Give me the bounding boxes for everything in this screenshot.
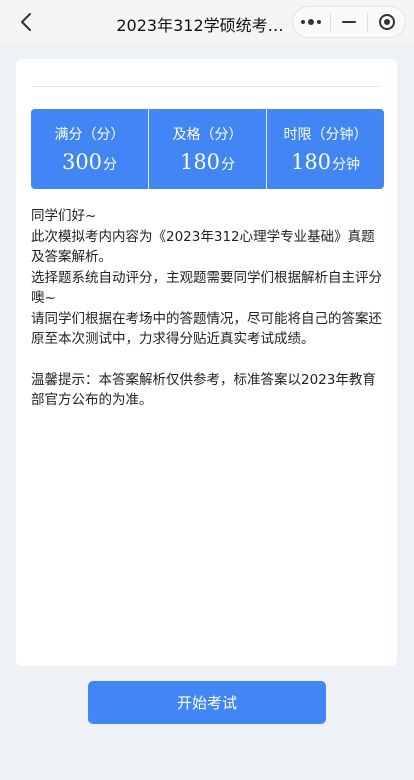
stat-value: 180 [290,150,332,174]
stat-label: 满分（分） [54,127,125,143]
instruction-text: 选择题系统自动评分，主观题需要同学们根据解析自主评分噢~ [31,269,382,307]
minimize-icon [341,21,356,23]
instruction-text: 请同学们根据在考场中的答题情况，尽可能将自己的答案还原至本次测试中，力求得分贴近… [31,310,382,348]
instruction-text: 此次模拟考内内容为《2023年312心理学专业基础》真题及答案解析。 [31,228,375,266]
greeting-text: 同学们好~ [31,208,97,224]
tip-text: 温馨提示：本答案解析仅供参考，标准答案以2023年教育部官方公布的为准。 [31,371,376,409]
more-button[interactable] [293,7,330,37]
back-button[interactable] [14,10,38,34]
divider [32,86,381,87]
close-button[interactable] [368,7,405,37]
stat-pass-score: 及格（分） 180分 [149,109,267,189]
stat-time-limit: 时限（分钟） 180分钟 [267,109,384,189]
minimize-button[interactable] [331,7,368,37]
exam-info-card: 满分（分） 300分 及格（分） 180分 时限（分钟） 180分钟 同学们好~… [16,59,397,666]
page-title: 2023年312学硕统考… [116,16,284,35]
mini-program-capsule [292,6,406,38]
exam-stats-panel: 满分（分） 300分 及格（分） 180分 时限（分钟） 180分钟 [31,109,384,189]
stat-label: 及格（分） [172,127,243,143]
stat-unit: 分 [221,157,236,173]
stat-unit: 分 [103,157,118,173]
stat-value: 300 [61,150,103,174]
chevron-left-icon [21,13,31,31]
more-dots-icon [301,19,322,25]
stat-label: 时限（分钟） [283,127,368,143]
start-exam-button[interactable]: 开始考试 [88,681,326,724]
stat-unit: 分钟 [332,157,361,173]
navigation-bar: 2023年312学硕统考… [0,0,414,44]
target-circle-icon [378,14,395,30]
stat-value: 180 [179,150,221,174]
stat-full-score: 满分（分） 300分 [31,109,149,189]
exam-instructions: 同学们好~ 此次模拟考内内容为《2023年312心理学专业基础》真题及答案解析。… [31,206,386,411]
